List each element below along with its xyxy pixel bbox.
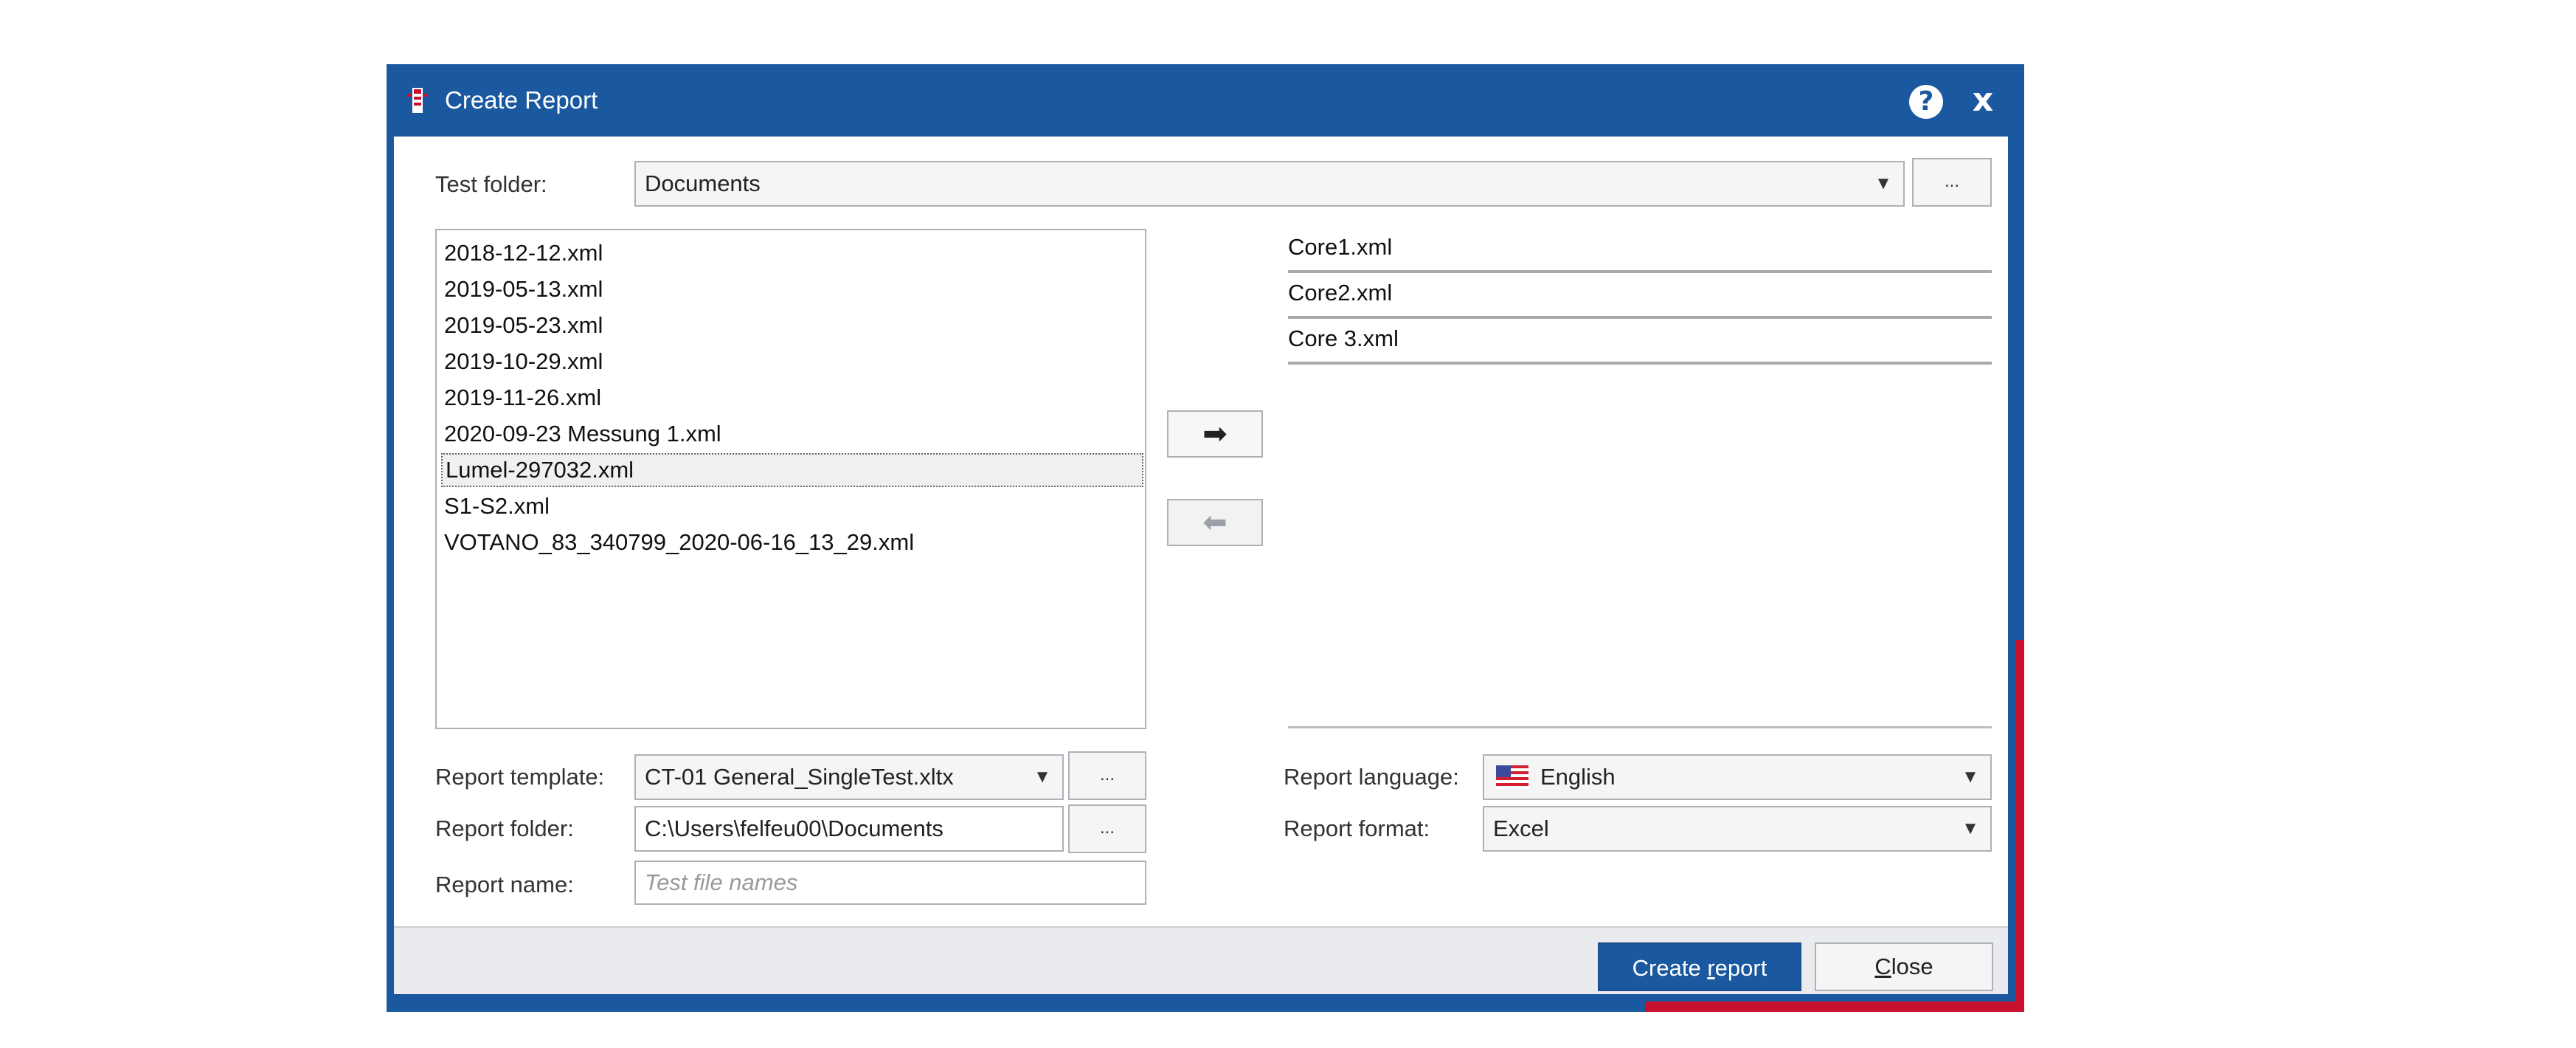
close-icon: x — [1972, 81, 1994, 119]
report-language-combo[interactable]: English ▼ — [1483, 754, 1992, 800]
page: Create Report ? x Test folder: Documents… — [0, 0, 2576, 1048]
test-folder-browse-button[interactable]: ... — [1912, 158, 1992, 207]
report-folder-field[interactable]: C:\Users\felfeu00\Documents — [634, 806, 1064, 852]
report-format-combo[interactable]: Excel ▼ — [1483, 806, 1992, 852]
report-template-value: CT-01 General_SingleTest.xltx — [645, 764, 954, 790]
report-folder-label: Report folder: — [435, 816, 574, 841]
remove-file-button[interactable]: ⬅ — [1167, 499, 1263, 546]
list-item[interactable]: 2019-11-26.xml — [441, 381, 601, 415]
test-folder-label: Test folder: — [435, 171, 547, 197]
test-folder-value: Documents — [645, 170, 761, 196]
chevron-down-icon: ▼ — [1033, 767, 1051, 787]
add-file-button[interactable]: ➡ — [1167, 410, 1263, 458]
chevron-down-icon: ▼ — [1962, 818, 1979, 838]
create-report-button[interactable]: Create report — [1598, 942, 1801, 991]
close-window-button[interactable]: x — [1967, 80, 1999, 120]
list-item-selected[interactable]: Lumel-297032.xml — [441, 453, 1143, 487]
report-name-label: Report name: — [435, 872, 574, 897]
help-button[interactable]: ? — [1909, 85, 1943, 119]
chevron-down-icon: ▼ — [1962, 767, 1979, 787]
accent-stripe-bottom — [1645, 1002, 2024, 1012]
selected-file-item[interactable]: Core 3.xml — [1288, 320, 1992, 365]
report-language-value: English — [1540, 764, 1616, 790]
close-button[interactable]: Close — [1815, 942, 1993, 991]
report-app-icon — [407, 88, 428, 113]
arrow-left-icon: ⬅ — [1202, 506, 1228, 539]
report-language-label: Report language: — [1284, 764, 1459, 790]
title-bar[interactable]: Create Report ? x — [387, 64, 2024, 137]
available-files-list[interactable]: 2018-12-12.xml 2019-05-13.xml 2019-05-23… — [435, 229, 1146, 729]
report-template-combo[interactable]: CT-01 General_SingleTest.xltx ▼ — [634, 754, 1064, 800]
accent-stripe-right — [2015, 640, 2024, 1012]
test-folder-combo[interactable]: Documents ▼ — [634, 161, 1905, 207]
help-icon: ? — [1918, 86, 1934, 117]
report-folder-browse-button[interactable]: ... — [1068, 804, 1146, 853]
selected-file-item[interactable]: Core2.xml — [1288, 275, 1992, 319]
list-item[interactable]: VOTANO_83_340799_2020-06-16_13_29.xml — [441, 525, 914, 559]
selected-list-divider — [1288, 726, 1992, 728]
list-item[interactable]: 2018-12-12.xml — [441, 236, 603, 270]
report-name-input[interactable]: Test file names — [634, 861, 1146, 905]
dialog-title: Create Report — [445, 86, 598, 114]
list-item[interactable]: 2020-09-23 Messung 1.xml — [441, 417, 721, 451]
chevron-down-icon: ▼ — [1874, 173, 1892, 193]
list-item[interactable]: 2019-05-13.xml — [441, 272, 603, 306]
report-format-value: Excel — [1493, 816, 1549, 841]
us-flag-icon — [1496, 765, 1528, 789]
report-template-label: Report template: — [435, 764, 605, 790]
list-item[interactable]: S1-S2.xml — [441, 489, 550, 523]
list-item[interactable]: 2019-05-23.xml — [441, 308, 603, 342]
list-item[interactable]: 2019-10-29.xml — [441, 345, 603, 379]
arrow-right-icon: ➡ — [1202, 417, 1228, 451]
selected-file-item[interactable]: Core1.xml — [1288, 229, 1992, 273]
report-format-label: Report format: — [1284, 816, 1430, 841]
report-template-browse-button[interactable]: ... — [1068, 751, 1146, 800]
